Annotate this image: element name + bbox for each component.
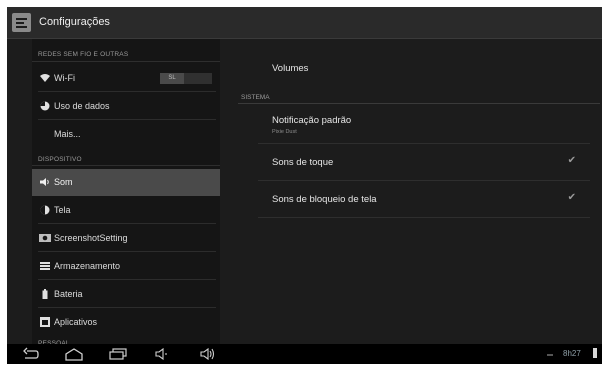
back-icon[interactable] <box>23 347 39 361</box>
section-header-device: DISPOSITIVO <box>38 156 82 163</box>
notification-value: Pixie Dust <box>272 129 297 135</box>
sidebar-item-apps[interactable]: Aplicativos <box>32 309 220 336</box>
speaker-icon <box>40 178 49 186</box>
settings-sidebar: REDES SEM FIO E OUTRAS Wi-Fi SL Uso de d… <box>32 39 220 347</box>
section-header-wireless: REDES SEM FIO E OUTRAS <box>38 51 129 58</box>
sidebar-item-sound[interactable]: Som <box>32 169 220 196</box>
home-icon[interactable] <box>65 347 83 361</box>
volumes-row[interactable]: Volumes <box>240 39 590 79</box>
clock[interactable]: 8h27 <box>563 349 581 358</box>
sidebar-item-label: Uso de dados <box>54 101 110 111</box>
volumes-label: Volumes <box>272 63 309 74</box>
camera-icon <box>39 234 51 242</box>
touch-sounds-row[interactable]: Sons de toque ✔ <box>240 144 590 181</box>
sidebar-item-storage[interactable]: Armazenamento <box>32 253 220 280</box>
recent-apps-icon[interactable] <box>109 347 127 361</box>
divider <box>32 165 220 166</box>
sidebar-item-display[interactable]: Tela <box>32 197 220 224</box>
brightness-icon <box>40 205 50 215</box>
sidebar-item-label: Wi-Fi <box>54 73 75 83</box>
notification-title: Notificação padrão <box>272 115 352 126</box>
default-notification-row[interactable]: Notificação padrão Pixie Dust <box>240 104 590 144</box>
action-bar: Configurações <box>7 7 602 39</box>
system-nav-bar: 8h27 <box>7 344 602 364</box>
touch-sounds-checkbox[interactable]: ✔ <box>568 155 576 166</box>
data-usage-icon <box>40 101 50 111</box>
lock-sounds-row[interactable]: Sons de bloqueio de tela ✔ <box>240 181 590 218</box>
wifi-toggle[interactable]: SL <box>160 73 212 84</box>
sidebar-item-data-usage[interactable]: Uso de dados <box>32 93 220 120</box>
storage-icon <box>40 262 50 270</box>
sidebar-item-more[interactable]: Mais... <box>32 121 220 148</box>
tablet-screen: Configurações REDES SEM FIO E OUTRAS Wi-… <box>7 7 602 364</box>
lock-sounds-checkbox[interactable]: ✔ <box>568 192 576 203</box>
page-title: Configurações <box>39 16 110 28</box>
settings-app-icon[interactable] <box>12 13 31 32</box>
sidebar-item-label: Bateria <box>54 289 83 299</box>
sidebar-item-battery[interactable]: Bateria <box>32 281 220 308</box>
battery-status-icon <box>593 348 597 358</box>
sidebar-item-label: Armazenamento <box>54 261 121 271</box>
sidebar-item-wifi[interactable]: Wi-Fi SL <box>32 65 220 92</box>
sidebar-item-label: Mais... <box>54 129 81 139</box>
wifi-toggle-knob: SL <box>160 73 184 84</box>
volume-up-icon[interactable] <box>200 347 216 361</box>
touch-sounds-label: Sons de toque <box>272 157 334 168</box>
sidebar-item-label: Som <box>54 177 73 187</box>
divider <box>32 61 220 62</box>
sidebar-item-label: ScreenshotSetting <box>54 233 128 243</box>
apps-icon <box>40 317 50 327</box>
sound-settings-pane: Volumes SISTEMA Notificação padrão Pixie… <box>220 39 602 344</box>
sidebar-item-label: Aplicativos <box>54 317 98 327</box>
section-header-system: SISTEMA <box>241 94 270 101</box>
sidebar-item-screenshot[interactable]: ScreenshotSetting <box>32 225 220 252</box>
battery-icon <box>42 289 48 299</box>
sidebar-item-label: Tela <box>54 205 71 215</box>
volume-down-icon[interactable] <box>155 347 169 361</box>
notification-indicator[interactable] <box>547 354 553 356</box>
wifi-icon <box>40 74 50 82</box>
lock-sounds-label: Sons de bloqueio de tela <box>272 194 377 205</box>
